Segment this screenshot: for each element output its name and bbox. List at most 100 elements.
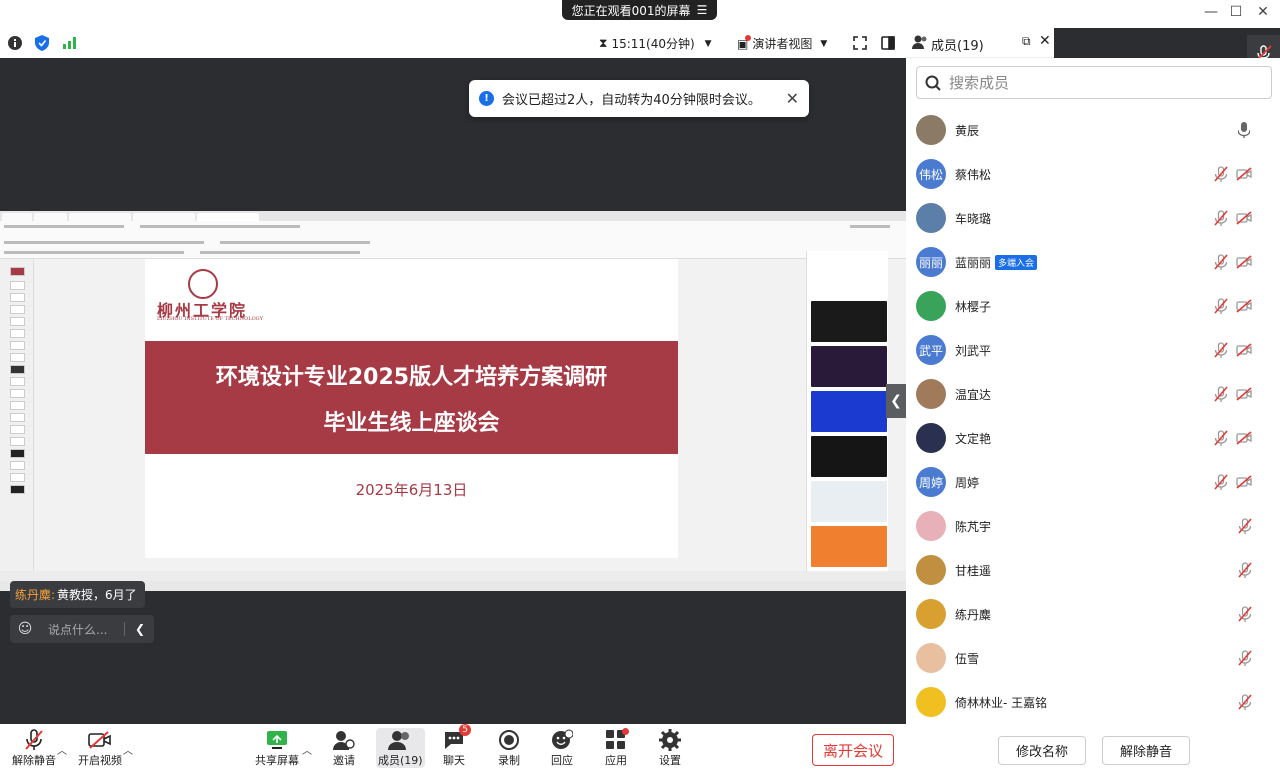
member-row[interactable]: 周婷 周婷 <box>916 462 1262 502</box>
slide-date: 2025年6月13日 <box>355 481 468 499</box>
collapse-panel-button[interactable]: ❮ <box>886 384 906 418</box>
settings-button[interactable]: 设置 <box>657 728 683 768</box>
record-icon <box>496 728 522 752</box>
invite-button[interactable]: 邀请 <box>331 728 357 768</box>
emoji-icon[interactable]: ☺ <box>10 621 40 637</box>
share-screen-label: 共享屏幕 <box>255 754 299 767</box>
unmute-button[interactable]: 解除静音 <box>12 728 56 768</box>
member-row[interactable]: 练丹麋 <box>916 594 1262 634</box>
viewing-indicator[interactable]: 您正在观看001的屏幕 ☰ <box>562 0 717 20</box>
member-row[interactable]: 黄辰 <box>916 110 1262 150</box>
member-row[interactable]: 伟松 蔡伟松 <box>916 154 1262 194</box>
unmute-self-button[interactable]: 解除静音 <box>1102 736 1190 765</box>
mic-off-icon[interactable] <box>1238 562 1252 581</box>
sidebar-toggle-icon[interactable] <box>879 34 897 52</box>
member-row[interactable]: 甘桂遥 <box>916 550 1262 590</box>
info-icon[interactable] <box>6 34 24 52</box>
avatar <box>916 423 946 453</box>
chevron-up-icon[interactable]: ︿ <box>123 742 133 757</box>
member-row[interactable]: 武平 刘武平 <box>916 330 1262 370</box>
chat-bubble: 练丹麋: 黄教授，6月了 <box>10 581 145 608</box>
video-off-icon[interactable] <box>1236 387 1252 404</box>
shared-status-bar <box>0 571 906 581</box>
start-video-label: 开启视频 <box>78 754 122 767</box>
viewing-label: 您正在观看001的屏幕 <box>571 3 691 18</box>
avatar: 周婷 <box>916 467 946 497</box>
record-button[interactable]: 录制 <box>496 728 522 768</box>
members-label: 成员(19) <box>378 754 423 767</box>
video-off-icon[interactable] <box>1236 167 1252 184</box>
minimize-button[interactable]: — <box>1200 4 1222 20</box>
mic-off-icon <box>21 728 47 752</box>
school-english-name: LIUZHOU INSTITUTE OF TECHNOLOGY <box>157 316 263 322</box>
settings-label: 设置 <box>659 754 681 767</box>
maximize-button[interactable]: ☐ <box>1225 4 1247 20</box>
mic-off-icon[interactable] <box>1214 430 1228 449</box>
mic-off-icon[interactable] <box>1238 694 1252 713</box>
member-row[interactable]: 车晓璐 <box>916 198 1262 238</box>
apps-button[interactable]: 应用 <box>603 728 629 768</box>
chat-input[interactable]: ☺ 说点什么... ❮ <box>10 615 154 643</box>
popout-icon[interactable]: ⧉ <box>1022 34 1031 49</box>
leave-meeting-button[interactable]: 离开会议 <box>812 734 894 766</box>
timer-label: 15:11(40分钟) <box>611 37 695 51</box>
rename-button[interactable]: 修改名称 <box>998 736 1086 765</box>
mic-off-icon[interactable] <box>1238 518 1252 537</box>
member-row[interactable]: 陈芃宇 <box>916 506 1262 546</box>
member-row[interactable]: 温宜达 <box>916 374 1262 414</box>
video-off-icon[interactable] <box>1236 255 1252 272</box>
close-window-button[interactable]: ✕ <box>1252 4 1274 20</box>
search-input[interactable]: 搜索成员 <box>916 66 1272 99</box>
close-icon[interactable]: ✕ <box>1039 33 1051 49</box>
view-mode-selector[interactable]: ▣ 演讲者视图 ▼ <box>737 34 827 52</box>
chat-button[interactable]: 5 聊天 <box>441 724 471 768</box>
members-button[interactable]: 成员(19) <box>376 728 425 768</box>
info-icon: ! <box>479 91 494 106</box>
member-row[interactable]: 伍雪 <box>916 638 1262 678</box>
mic-off-icon[interactable] <box>1238 650 1252 669</box>
avatar <box>916 203 946 233</box>
member-name: 黄辰 <box>955 123 980 138</box>
apps-icon <box>603 728 629 752</box>
fullscreen-icon[interactable] <box>851 34 869 52</box>
share-screen-button[interactable]: 共享屏幕 <box>255 728 299 768</box>
mic-off-icon[interactable] <box>1214 254 1228 273</box>
search-placeholder: 搜索成员 <box>949 74 1010 92</box>
video-off-icon[interactable] <box>1236 343 1252 360</box>
mic-off-icon[interactable] <box>1214 298 1228 317</box>
multi-device-badge: 多端入会 <box>995 254 1038 270</box>
member-row[interactable]: 文定艳 <box>916 418 1262 458</box>
mic-off-icon[interactable] <box>1214 474 1228 493</box>
chevron-left-icon[interactable]: ❮ <box>124 622 145 636</box>
chevron-up-icon[interactable]: ︿ <box>57 742 67 757</box>
meeting-top-bar: ⧗ 15:11(40分钟) ▼ ▣ 演讲者视图 ▼ <box>0 28 906 58</box>
shield-icon[interactable] <box>33 34 51 52</box>
mic-off-icon[interactable] <box>1214 166 1228 185</box>
start-video-button[interactable]: 开启视频 <box>78 728 122 768</box>
reactions-button[interactable]: 回应 <box>549 728 575 768</box>
member-row[interactable]: 丽丽 蓝丽丽 多端入会 <box>916 242 1262 282</box>
member-name: 蓝丽丽 <box>955 255 992 270</box>
mic-icon[interactable] <box>1237 122 1251 141</box>
hourglass-icon: ⧗ <box>599 36 608 50</box>
chevron-up-icon[interactable]: ︿ <box>302 742 312 757</box>
mic-off-icon[interactable] <box>1214 210 1228 229</box>
video-off-icon[interactable] <box>1236 211 1252 228</box>
reaction-icon <box>549 728 575 752</box>
member-name: 车晓璐 <box>955 211 992 226</box>
close-icon[interactable]: ✕ <box>786 89 799 108</box>
shared-screen: 柳州工学院 LIUZHOU INSTITUTE OF TECHNOLOGY 环境… <box>0 211 906 591</box>
avatar: 武平 <box>916 335 946 365</box>
mic-off-icon[interactable] <box>1214 342 1228 361</box>
member-row[interactable]: 倚林林业- 王嘉铭 <box>916 682 1262 722</box>
mic-off-icon[interactable] <box>1214 386 1228 405</box>
mic-off-icon[interactable] <box>1238 606 1252 625</box>
gear-icon <box>657 728 683 752</box>
members-icon <box>387 728 413 752</box>
video-off-icon[interactable] <box>1236 299 1252 316</box>
member-row[interactable]: 林樱子 <box>916 286 1262 326</box>
signal-icon[interactable] <box>61 34 79 52</box>
video-off-icon[interactable] <box>1236 475 1252 492</box>
video-off-icon[interactable] <box>1236 431 1252 448</box>
meeting-timer[interactable]: ⧗ 15:11(40分钟) ▼ <box>599 35 712 52</box>
